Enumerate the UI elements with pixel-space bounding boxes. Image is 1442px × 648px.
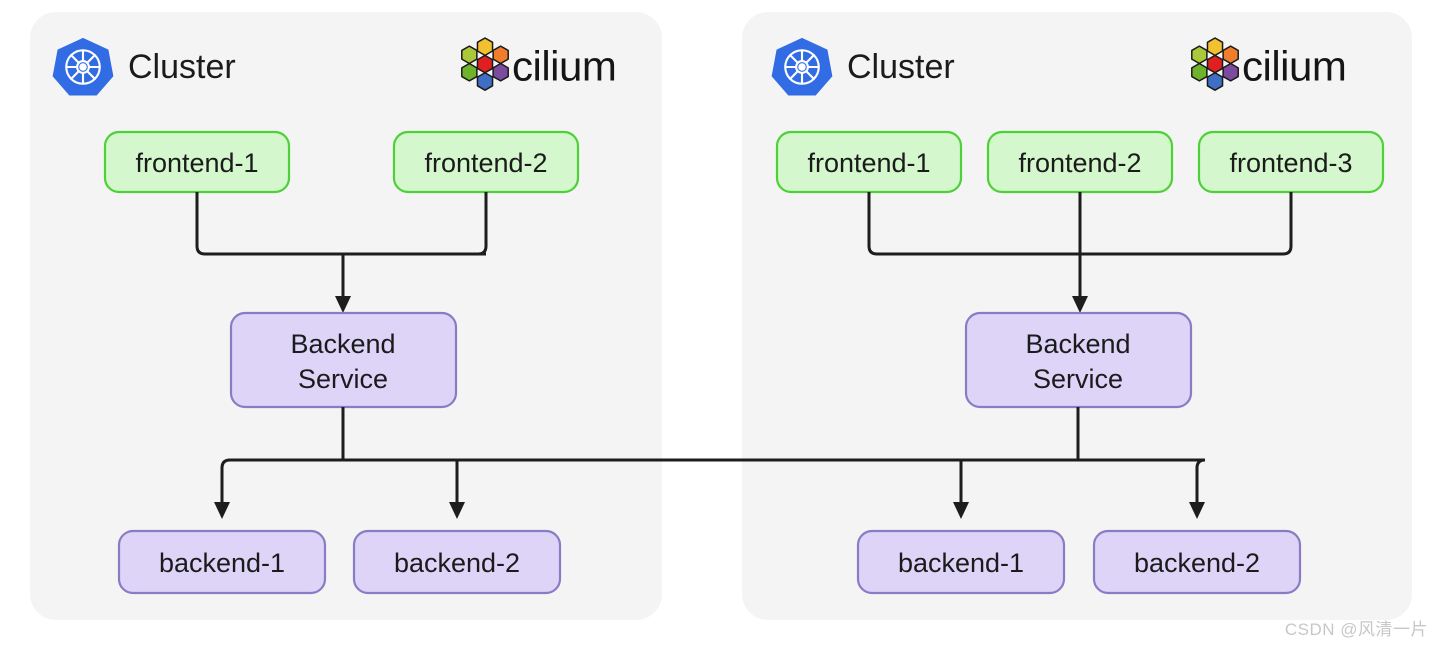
cilium-wordmark-right: cilium xyxy=(1242,43,1346,90)
node-label: frontend-3 xyxy=(1229,148,1352,178)
node-frontend-3-right[interactable]: frontend-3 xyxy=(1197,130,1385,194)
node-label: backend-1 xyxy=(898,548,1024,578)
node-backend-2-left[interactable]: backend-2 xyxy=(352,529,562,595)
node-frontend-2-right[interactable]: frontend-2 xyxy=(986,130,1174,194)
node-label-line2: Service xyxy=(1033,364,1123,394)
cilium-wordmark-left: cilium xyxy=(512,43,616,90)
node-backend-1-left[interactable]: backend-1 xyxy=(117,529,327,595)
cluster-panel-left: Cluster cilium frontend-1 frontend-2 Bac… xyxy=(30,12,722,620)
node-label: backend-1 xyxy=(159,548,285,578)
cluster-right-title: Cluster xyxy=(847,48,955,86)
csdn-watermark: CSDN @风清一片 xyxy=(1284,620,1428,639)
diagram-canvas: Cluster cilium frontend-1 frontend-2 Bac… xyxy=(0,0,1442,648)
node-backend-2-right[interactable]: backend-2 xyxy=(1092,529,1302,595)
node-label: frontend-1 xyxy=(807,148,930,178)
node-label: backend-2 xyxy=(394,548,520,578)
node-frontend-2-left[interactable]: frontend-2 xyxy=(392,130,580,194)
node-label-line2: Service xyxy=(298,364,388,394)
node-label: frontend-2 xyxy=(424,148,547,178)
cluster-mesh-diagram: Cluster cilium frontend-1 frontend-2 Bac… xyxy=(30,12,1412,620)
node-label-line1: Backend xyxy=(1025,329,1130,359)
node-label: frontend-1 xyxy=(135,148,258,178)
node-frontend-1-left[interactable]: frontend-1 xyxy=(103,130,291,194)
node-backend-1-right[interactable]: backend-1 xyxy=(856,529,1066,595)
node-backend-service-left[interactable]: Backend Service xyxy=(229,311,458,409)
node-label: frontend-2 xyxy=(1018,148,1141,178)
cluster-left-title: Cluster xyxy=(128,48,236,86)
node-backend-service-right[interactable]: Backend Service xyxy=(964,311,1193,409)
node-label: backend-2 xyxy=(1134,548,1260,578)
cluster-panel-right: Cluster cilium frontend-1 frontend-2 fro… xyxy=(722,12,1412,620)
node-label-line1: Backend xyxy=(290,329,395,359)
node-frontend-1-right[interactable]: frontend-1 xyxy=(775,130,963,194)
